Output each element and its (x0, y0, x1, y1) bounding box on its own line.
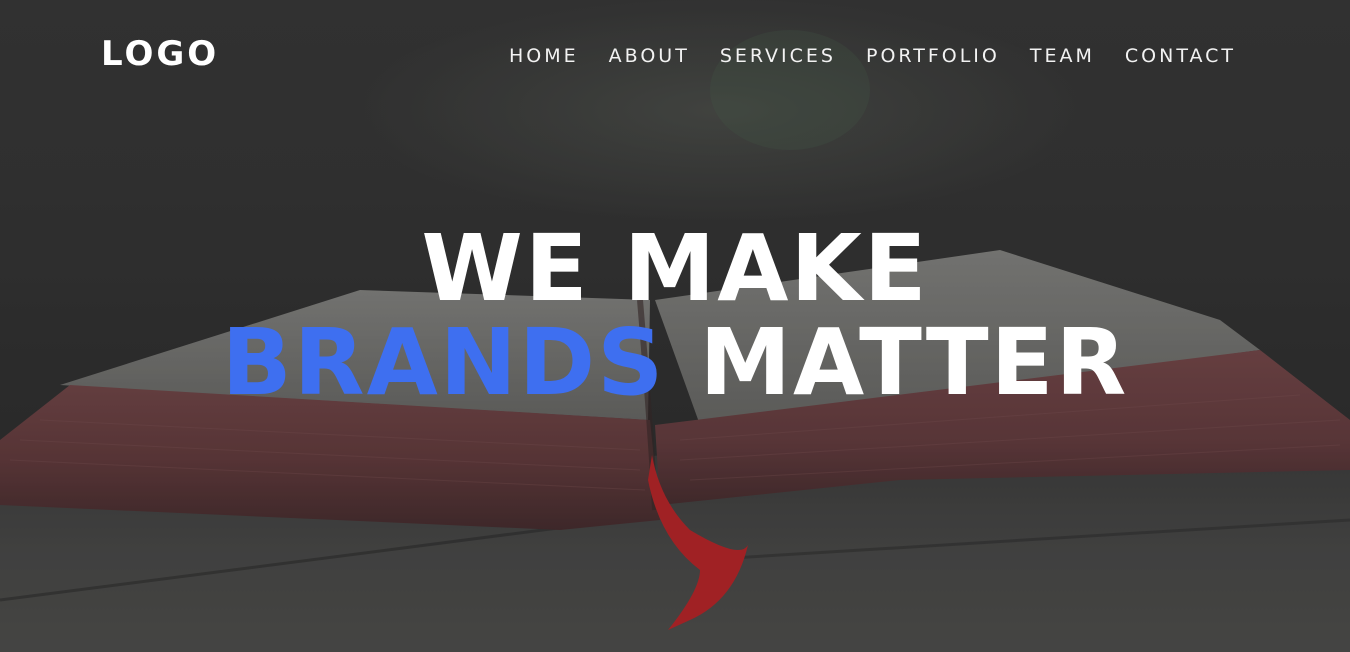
headline-line-2: BRANDS MATTER (0, 316, 1350, 410)
nav-item-about: ABOUT (609, 43, 690, 69)
nav-item-portfolio: PORTFOLIO (866, 43, 1000, 69)
headline-line-1: WE MAKE (421, 215, 929, 322)
nav-item-services: SERVICES (720, 43, 836, 69)
nav-link-portfolio[interactable]: PORTFOLIO (866, 45, 1000, 67)
nav-link-services[interactable]: SERVICES (720, 45, 836, 67)
nav-link-team[interactable]: TEAM (1030, 45, 1095, 67)
hero-section: LOGO HOME ABOUT SERVICES PORTFOLIO TEAM … (0, 0, 1350, 652)
nav-menu: HOME ABOUT SERVICES PORTFOLIO TEAM CONTA… (479, 43, 1236, 69)
nav-link-contact[interactable]: CONTACT (1125, 45, 1236, 67)
nav-item-contact: CONTACT (1125, 43, 1236, 69)
nav-link-home[interactable]: HOME (509, 45, 579, 67)
hero-headline: WE MAKE BRANDS MATTER (0, 222, 1350, 410)
site-logo[interactable]: LOGO (101, 33, 219, 75)
navbar: LOGO HOME ABOUT SERVICES PORTFOLIO TEAM … (0, 0, 1350, 112)
nav-item-team: TEAM (1030, 43, 1095, 69)
nav-item-home: HOME (509, 43, 579, 69)
nav-link-about[interactable]: ABOUT (609, 45, 690, 67)
headline-accent-word: BRANDS (221, 309, 666, 416)
headline-rest-word: MATTER (699, 309, 1129, 416)
